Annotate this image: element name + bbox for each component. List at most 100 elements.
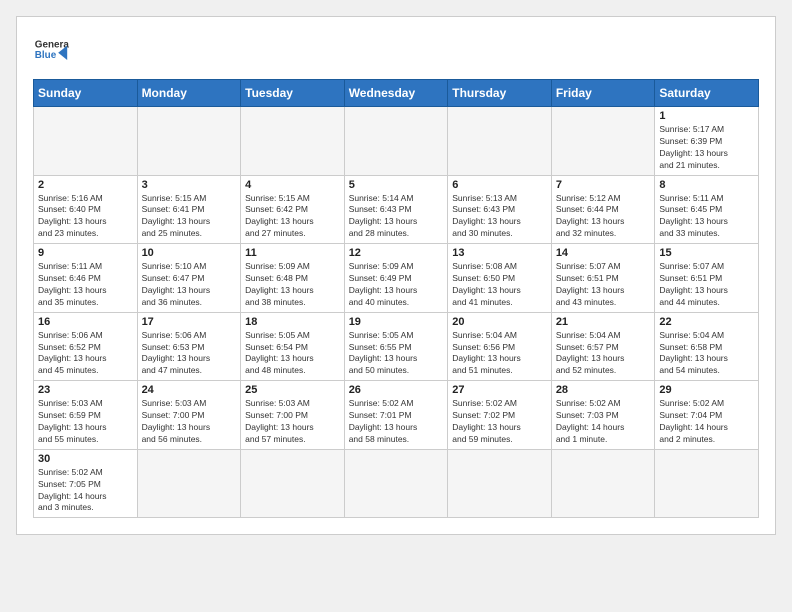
calendar-cell: 15Sunrise: 5:07 AMSunset: 6:51 PMDayligh… (655, 244, 759, 313)
day-info: Sunrise: 5:02 AMSunset: 7:01 PMDaylight:… (349, 398, 444, 446)
day-number: 8 (659, 179, 754, 191)
calendar-cell: 14 Sunrise: 5:07 AMSunset: 6:51 PMDayligh… (551, 244, 655, 313)
calendar-cell: 6 Sunrise: 5:13 AMSunset: 6:43 PMDaylight… (448, 175, 552, 244)
weekday-header-friday: Friday (551, 80, 655, 107)
day-info: Sunrise: 5:11 AMSunset: 6:45 PMDaylight:… (659, 193, 754, 241)
svg-text:Blue: Blue (35, 50, 57, 61)
calendar-cell (448, 449, 552, 518)
day-number: 11 (245, 247, 340, 259)
calendar-cell: 7 Sunrise: 5:12 AMSunset: 6:44 PMDaylight… (551, 175, 655, 244)
day-info: Sunrise: 5:07 AMSunset: 6:51 PMDaylight:… (556, 261, 651, 309)
day-info: Sunrise: 5:04 AMSunset: 6:58 PMDaylight:… (659, 330, 754, 378)
calendar-cell: 3 Sunrise: 5:15 AMSunset: 6:41 PMDaylight… (137, 175, 241, 244)
calendar-cell: 17 Sunrise: 5:06 AMSunset: 6:53 PMDayligh… (137, 312, 241, 381)
calendar-cell: 16 Sunrise: 5:06 AMSunset: 6:52 PMDayligh… (34, 312, 138, 381)
weekday-header-thursday: Thursday (448, 80, 552, 107)
weekday-header-saturday: Saturday (655, 80, 759, 107)
calendar-cell: 19Sunrise: 5:05 AMSunset: 6:55 PMDayligh… (344, 312, 448, 381)
calendar-cell (655, 449, 759, 518)
calendar-week-row: 30Sunrise: 5:02 AMSunset: 7:05 PMDayligh… (34, 449, 759, 518)
day-info: Sunrise: 5:12 AMSunset: 6:44 PMDaylight:… (556, 193, 651, 241)
calendar-cell: 25Sunrise: 5:03 AMSunset: 7:00 PMDayligh… (241, 381, 345, 450)
calendar-cell: 9Sunrise: 5:11 AMSunset: 6:46 PMDaylight… (34, 244, 138, 313)
day-info: Sunrise: 5:03 AMSunset: 7:00 PMDaylight:… (245, 398, 340, 446)
day-number: 29 (659, 384, 754, 396)
calendar-cell (34, 107, 138, 176)
calendar-cell (551, 107, 655, 176)
day-number: 15 (659, 247, 754, 259)
day-number: 30 (38, 453, 133, 465)
day-info: Sunrise: 5:13 AMSunset: 6:43 PMDaylight:… (452, 193, 547, 241)
calendar-cell: 23 Sunrise: 5:03 AMSunset: 6:59 PMDayligh… (34, 381, 138, 450)
day-number: 16 (38, 316, 133, 328)
day-info: Sunrise: 5:04 AMSunset: 6:57 PMDaylight:… (556, 330, 651, 378)
calendar-cell: 5 Sunrise: 5:14 AMSunset: 6:43 PMDaylight… (344, 175, 448, 244)
calendar-cell: 22 Sunrise: 5:04 AMSunset: 6:58 PMDayligh… (655, 312, 759, 381)
day-number: 20 (452, 316, 547, 328)
calendar-cell: 11 Sunrise: 5:09 AMSunset: 6:48 PMDayligh… (241, 244, 345, 313)
day-number: 2 (38, 179, 133, 191)
day-info: Sunrise: 5:03 AMSunset: 7:00 PMDaylight:… (142, 398, 237, 446)
day-info: Sunrise: 5:16 AMSunset: 6:40 PMDaylight:… (38, 193, 133, 241)
day-number: 4 (245, 179, 340, 191)
calendar-page: General Blue SundayMondayTuesdayWednesda… (16, 16, 776, 535)
weekday-header-wednesday: Wednesday (344, 80, 448, 107)
calendar-cell (448, 107, 552, 176)
calendar-cell (241, 449, 345, 518)
calendar-cell: 29Sunrise: 5:02 AMSunset: 7:04 PMDayligh… (655, 381, 759, 450)
day-number: 26 (349, 384, 444, 396)
calendar-cell: 10 Sunrise: 5:10 AMSunset: 6:47 PMDayligh… (137, 244, 241, 313)
calendar-cell: 18 Sunrise: 5:05 AMSunset: 6:54 PMDayligh… (241, 312, 345, 381)
calendar-cell: 27Sunrise: 5:02 AMSunset: 7:02 PMDayligh… (448, 381, 552, 450)
day-number: 17 (142, 316, 237, 328)
day-info: Sunrise: 5:02 AMSunset: 7:03 PMDaylight:… (556, 398, 651, 446)
day-number: 7 (556, 179, 651, 191)
day-number: 3 (142, 179, 237, 191)
day-info: Sunrise: 5:08 AMSunset: 6:50 PMDaylight:… (452, 261, 547, 309)
day-number: 5 (349, 179, 444, 191)
day-number: 22 (659, 316, 754, 328)
calendar-cell: 8 Sunrise: 5:11 AMSunset: 6:45 PMDaylight… (655, 175, 759, 244)
day-info: Sunrise: 5:14 AMSunset: 6:43 PMDaylight:… (349, 193, 444, 241)
calendar-week-row: 9Sunrise: 5:11 AMSunset: 6:46 PMDaylight… (34, 244, 759, 313)
day-info: Sunrise: 5:15 AMSunset: 6:41 PMDaylight:… (142, 193, 237, 241)
day-number: 14 (556, 247, 651, 259)
day-info: Sunrise: 5:06 AMSunset: 6:52 PMDaylight:… (38, 330, 133, 378)
day-number: 6 (452, 179, 547, 191)
calendar-cell: 1 Sunrise: 5:17 AMSunset: 6:39 PMDaylight… (655, 107, 759, 176)
day-info: Sunrise: 5:06 AMSunset: 6:53 PMDaylight:… (142, 330, 237, 378)
day-number: 13 (452, 247, 547, 259)
day-number: 1 (659, 110, 754, 122)
day-number: 21 (556, 316, 651, 328)
day-number: 10 (142, 247, 237, 259)
calendar-cell: 2 Sunrise: 5:16 AMSunset: 6:40 PMDaylight… (34, 175, 138, 244)
day-info: Sunrise: 5:05 AMSunset: 6:55 PMDaylight:… (349, 330, 444, 378)
calendar-cell (551, 449, 655, 518)
calendar-cell (137, 107, 241, 176)
calendar-cell (344, 107, 448, 176)
day-info: Sunrise: 5:05 AMSunset: 6:54 PMDaylight:… (245, 330, 340, 378)
calendar-cell: 24 Sunrise: 5:03 AMSunset: 7:00 PMDayligh… (137, 381, 241, 450)
calendar-week-row: 23 Sunrise: 5:03 AMSunset: 6:59 PMDayligh… (34, 381, 759, 450)
weekday-header-sunday: Sunday (34, 80, 138, 107)
day-info: Sunrise: 5:03 AMSunset: 6:59 PMDaylight:… (38, 398, 133, 446)
day-info: Sunrise: 5:17 AMSunset: 6:39 PMDaylight:… (659, 124, 754, 172)
calendar-week-row: 16 Sunrise: 5:06 AMSunset: 6:52 PMDayligh… (34, 312, 759, 381)
day-info: Sunrise: 5:10 AMSunset: 6:47 PMDaylight:… (142, 261, 237, 309)
calendar-cell (137, 449, 241, 518)
calendar-cell: 13 Sunrise: 5:08 AMSunset: 6:50 PMDayligh… (448, 244, 552, 313)
calendar-cell: 30Sunrise: 5:02 AMSunset: 7:05 PMDayligh… (34, 449, 138, 518)
calendar-cell: 26 Sunrise: 5:02 AMSunset: 7:01 PMDayligh… (344, 381, 448, 450)
day-number: 23 (38, 384, 133, 396)
day-info: Sunrise: 5:15 AMSunset: 6:42 PMDaylight:… (245, 193, 340, 241)
day-info: Sunrise: 5:11 AMSunset: 6:46 PMDaylight:… (38, 261, 133, 309)
day-number: 18 (245, 316, 340, 328)
day-info: Sunrise: 5:04 AMSunset: 6:56 PMDaylight:… (452, 330, 547, 378)
calendar-week-row: 2 Sunrise: 5:16 AMSunset: 6:40 PMDaylight… (34, 175, 759, 244)
day-number: 24 (142, 384, 237, 396)
calendar-cell (344, 449, 448, 518)
day-number: 28 (556, 384, 651, 396)
day-info: Sunrise: 5:09 AMSunset: 6:48 PMDaylight:… (245, 261, 340, 309)
day-info: Sunrise: 5:02 AMSunset: 7:02 PMDaylight:… (452, 398, 547, 446)
calendar-cell: 12Sunrise: 5:09 AMSunset: 6:49 PMDayligh… (344, 244, 448, 313)
